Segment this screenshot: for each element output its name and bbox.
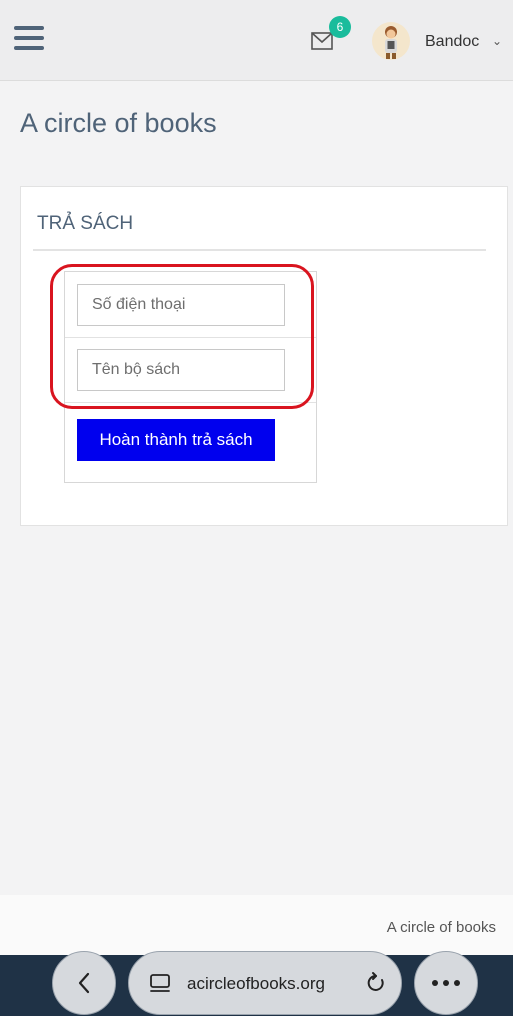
return-books-panel: TRẢ SÁCH Hoàn thành trả sách (20, 186, 508, 526)
address-bar[interactable]: acircleofbooks.org (128, 951, 402, 1015)
back-button[interactable] (52, 951, 116, 1015)
page-title: A circle of books (20, 108, 217, 138)
phone-row (65, 272, 316, 338)
return-form: Hoàn thành trả sách (64, 271, 317, 483)
more-icon (432, 980, 460, 986)
menu-icon[interactable] (14, 26, 44, 50)
reload-icon[interactable] (365, 971, 387, 995)
tab-icon (150, 974, 170, 992)
footer-text: A circle of books (386, 919, 496, 936)
user-name[interactable]: Bandoc (425, 33, 479, 51)
phone-input[interactable] (77, 284, 285, 326)
chevron-down-icon[interactable]: ⌄ (492, 34, 502, 48)
panel-title: TRẢ SÁCH (37, 213, 134, 234)
avatar[interactable] (372, 22, 410, 60)
book-set-input[interactable] (77, 349, 285, 391)
mail-icon[interactable] (311, 32, 333, 50)
complete-return-button[interactable]: Hoàn thành trả sách (77, 419, 275, 461)
back-icon (78, 972, 90, 994)
more-button[interactable] (414, 951, 478, 1015)
url-text: acircleofbooks.org (187, 974, 325, 993)
top-navbar: 6 Bandoc ⌄ (0, 0, 513, 81)
browser-toolbar: acircleofbooks.org (0, 951, 513, 1016)
page-footer: A circle of books (0, 895, 513, 955)
book-set-row (65, 337, 316, 403)
notification-badge: 6 (329, 16, 351, 38)
panel-divider (33, 249, 486, 251)
